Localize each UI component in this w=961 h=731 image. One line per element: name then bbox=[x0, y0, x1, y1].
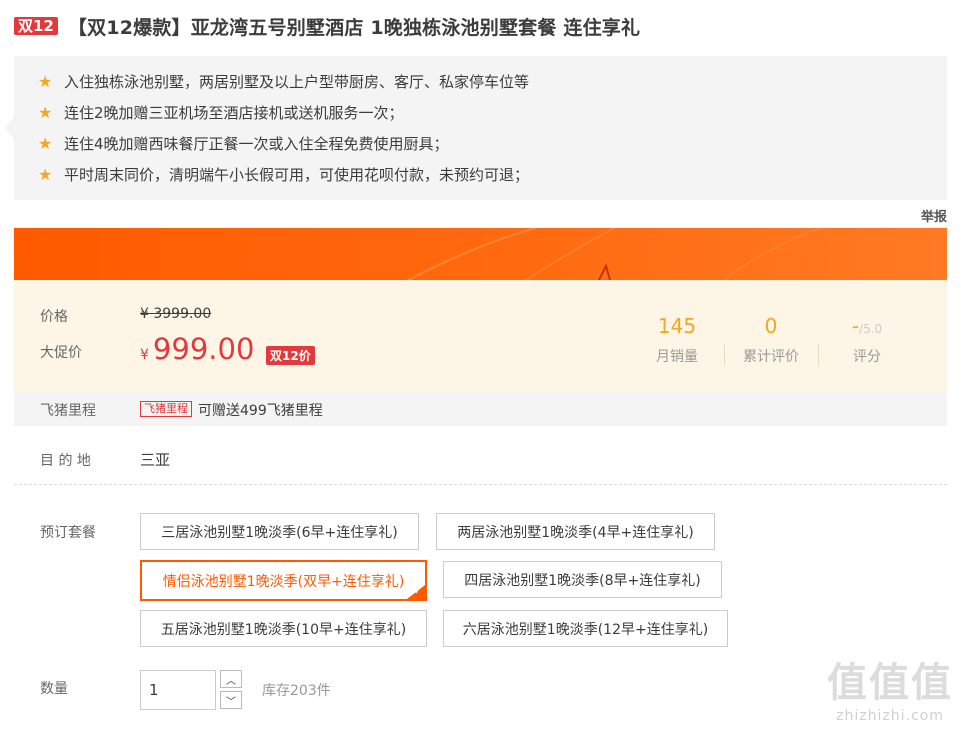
quantity-label: 数量 bbox=[40, 681, 68, 697]
stat-value: 0 bbox=[764, 314, 778, 338]
highlight-item: ★ 入住独栋泳池别墅，两居别墅及以上户型带厨房、客厅、私家停车位等 bbox=[14, 66, 947, 97]
highlight-text: 连住2晚加赠三亚机场至酒店接机或送机服务一次； bbox=[64, 104, 404, 122]
miles-text: 可赠送499飞猪里程 bbox=[198, 403, 323, 419]
price-panel: 价格 ¥ 3999.00 大促价 ¥ 999.00 双12价 145 月销量 0… bbox=[14, 280, 947, 392]
highlights-box: ★ 入住独栋泳池别墅，两居别墅及以上户型带厨房、客厅、私家停车位等 ★ 连住2晚… bbox=[4, 56, 947, 200]
stat-caption: 评分 bbox=[853, 349, 881, 365]
promo-price-value: 999.00 bbox=[152, 332, 255, 366]
highlight-text: 入住独栋泳池别墅，两居别墅及以上户型带厨房、客厅、私家停车位等 bbox=[64, 73, 530, 91]
highlight-text: 平时周末同价，清明端午小长假可用，可使用花呗付款，未预约可退； bbox=[64, 166, 530, 184]
stock-count: 库存203件 bbox=[262, 683, 331, 699]
quantity-increase-button[interactable]: ︿ bbox=[220, 670, 242, 688]
banner-decoration bbox=[406, 228, 823, 280]
stat-total-reviews[interactable]: 0 累计评价 bbox=[724, 314, 818, 366]
package-option[interactable]: 三居泳池别墅1晚淡季(6早+连住享礼) bbox=[140, 513, 419, 550]
package-option-selected[interactable]: 情侣泳池别墅1晚淡季(双早+连住享礼) bbox=[140, 560, 427, 601]
product-title-row: 双12 【双12爆款】亚龙湾五号别墅酒店 1晚独栋泳池别墅套餐 连住享礼 bbox=[14, 12, 640, 40]
package-label: 预订套餐 bbox=[40, 525, 96, 541]
star-icon: ★ bbox=[38, 165, 53, 184]
stat-rating: -/5.0 评分 bbox=[820, 314, 914, 366]
watermark: 值值值 zhizhizhi.com bbox=[827, 650, 953, 724]
highlight-item: ★ 平时周末同价，清明端午小长假可用，可使用花呗付款，未预约可退； bbox=[14, 159, 947, 190]
dashed-divider bbox=[14, 484, 947, 485]
stat-value: 145 bbox=[657, 314, 697, 338]
quantity-decrease-button[interactable]: ﹀ bbox=[220, 691, 242, 709]
promo-banner bbox=[14, 228, 947, 280]
double12-tag: 双12 bbox=[14, 17, 58, 35]
miles-tag: 飞猪里程 bbox=[140, 401, 192, 417]
highlight-item: ★ 连住2晚加赠三亚机场至酒店接机或送机服务一次； bbox=[14, 97, 947, 128]
destination-label: 目 的 地 bbox=[40, 453, 91, 469]
package-option[interactable]: 五居泳池别墅1晚淡季(10早+连住享礼) bbox=[140, 610, 427, 647]
miles-label: 飞猪里程 bbox=[40, 403, 96, 419]
highlight-text: 连住4晚加赠西味餐厅正餐一次或入住全程免费使用厨具； bbox=[64, 135, 449, 153]
highlight-item: ★ 连住4晚加赠西味餐厅正餐一次或入住全程免费使用厨具； bbox=[14, 128, 947, 159]
watermark-logo: 值值值 bbox=[827, 660, 953, 706]
price-label: 价格 bbox=[40, 309, 68, 325]
star-icon: ★ bbox=[38, 134, 53, 153]
original-price: ¥ 3999.00 bbox=[140, 306, 212, 322]
chevron-down-icon: ﹀ bbox=[226, 696, 236, 708]
stat-divider bbox=[818, 344, 819, 366]
stat-monthly-sales: 145 月销量 bbox=[630, 314, 724, 366]
stat-value: -/5.0 bbox=[820, 314, 914, 340]
miles-row: 飞猪里程 飞猪里程 可赠送499飞猪里程 bbox=[14, 392, 947, 426]
package-option[interactable]: 六居泳池别墅1晚淡季(12早+连住享礼) bbox=[443, 610, 728, 647]
promo-price: ¥ 999.00 bbox=[140, 332, 254, 366]
rating-suffix: /5.0 bbox=[859, 322, 883, 336]
destination-value: 三亚 bbox=[140, 451, 171, 469]
stat-caption: 累计评价 bbox=[743, 349, 799, 365]
promo-price-badge: 双12价 bbox=[266, 346, 315, 365]
rating-value: - bbox=[851, 314, 860, 338]
watermark-url: zhizhizhi.com bbox=[836, 708, 944, 724]
product-title: 【双12爆款】亚龙湾五号别墅酒店 1晚独栋泳池别墅套餐 连住享礼 bbox=[67, 16, 641, 39]
star-icon: ★ bbox=[38, 72, 53, 91]
package-option[interactable]: 四居泳池别墅1晚淡季(8早+连住享礼) bbox=[443, 561, 722, 598]
stat-caption: 月销量 bbox=[656, 349, 698, 365]
promo-price-label: 大促价 bbox=[40, 345, 82, 361]
report-link[interactable]: 举报 bbox=[921, 206, 947, 225]
package-option[interactable]: 两居泳池别墅1晚淡季(4早+连住享礼) bbox=[436, 513, 715, 550]
quantity-input[interactable] bbox=[140, 670, 216, 710]
star-icon: ★ bbox=[38, 103, 53, 122]
chevron-up-icon: ︿ bbox=[226, 675, 236, 687]
currency-symbol: ¥ bbox=[140, 347, 149, 363]
